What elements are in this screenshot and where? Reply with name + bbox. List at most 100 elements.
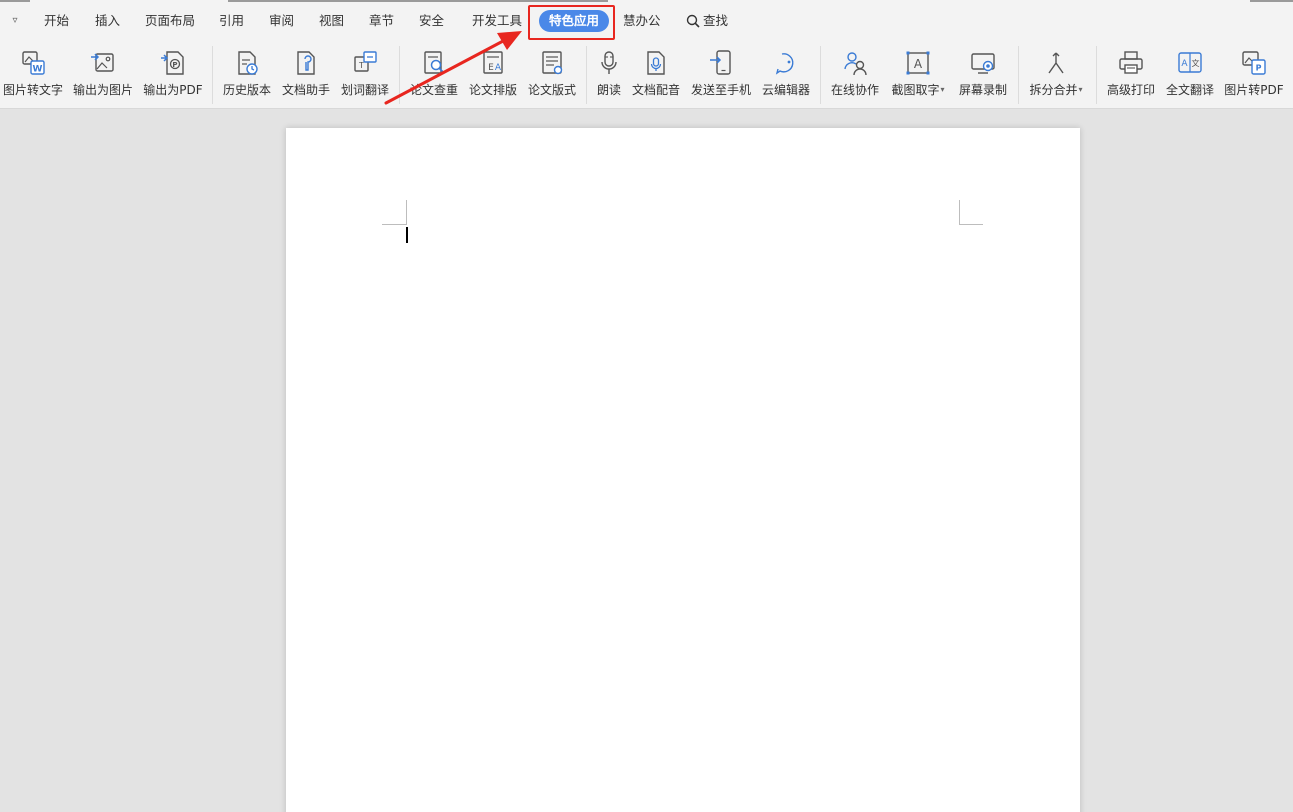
- word-translate-button[interactable]: T 划词翻译: [339, 46, 391, 104]
- doc-assistant-button[interactable]: 文档助手: [280, 46, 332, 104]
- tool-label: 朗读: [596, 83, 621, 97]
- svg-text:文: 文: [1192, 58, 1200, 68]
- toolbar-separator: [399, 46, 400, 104]
- tab-start[interactable]: 开始: [44, 10, 69, 32]
- image-to-text-icon: W: [22, 51, 45, 75]
- collapse-menu-icon[interactable]: ▿: [8, 14, 22, 28]
- margin-corner-top-right: [959, 224, 983, 225]
- tool-label: 论文版式: [527, 83, 576, 97]
- chevron-down-icon: ▾: [940, 85, 945, 94]
- image-to-pdf-button[interactable]: P 图片转PDF: [1223, 46, 1285, 104]
- paper-layout-icon: E A: [483, 51, 503, 74]
- margin-corner-top-right: [959, 200, 960, 225]
- toolbar-separator: [820, 46, 821, 104]
- cloud-editor-button[interactable]: 云编辑器: [760, 46, 812, 104]
- send-to-phone-button[interactable]: 发送至手机: [689, 46, 753, 104]
- paper-check-icon: [424, 51, 445, 74]
- toolbar-separator: [212, 46, 213, 104]
- tab-review[interactable]: 审阅: [269, 10, 294, 32]
- tab-references[interactable]: 引用: [219, 10, 244, 32]
- toolbar-separator: [586, 46, 587, 104]
- advanced-print-icon: [1119, 51, 1143, 74]
- toolbar-separator: [1096, 46, 1097, 104]
- read-aloud-button[interactable]: 朗读: [594, 46, 624, 104]
- paper-check-button[interactable]: 论文查重: [408, 46, 460, 104]
- send-to-phone-icon: [710, 50, 731, 75]
- screen-record-button[interactable]: 屏幕录制: [956, 46, 1010, 104]
- image-to-pdf-icon: P: [1242, 51, 1266, 75]
- svg-text:A: A: [1181, 59, 1188, 69]
- tool-label: 文档配音: [631, 83, 680, 97]
- tool-label: 论文查重: [409, 83, 458, 97]
- margin-corner-top-left: [382, 224, 406, 225]
- search-icon: [686, 14, 700, 28]
- image-to-text-button[interactable]: W 图片转文字: [2, 46, 64, 104]
- menu-bar: ▿ 开始 插入 页面布局 引用 审阅 视图 章节 安全 开发工具 特色应用 慧办…: [0, 0, 1293, 42]
- split-merge-icon: [1048, 52, 1064, 74]
- svg-text:A: A: [495, 63, 502, 73]
- margin-corner-top-left: [406, 200, 407, 225]
- tab-developer[interactable]: 开发工具: [472, 10, 522, 32]
- toolbar-separator: [1018, 46, 1019, 104]
- tool-label: 拆分合并▾: [1029, 83, 1083, 97]
- export-pdf-button[interactable]: P 输出为PDF: [142, 46, 204, 104]
- svg-text:P: P: [1256, 64, 1262, 73]
- tool-label: 划词翻译: [340, 83, 389, 97]
- tool-label: 发送至手机: [690, 83, 751, 97]
- text-cursor: [406, 227, 408, 243]
- document-page[interactable]: [286, 128, 1080, 812]
- doc-voice-icon: [647, 51, 665, 75]
- tool-label: 云编辑器: [761, 83, 810, 97]
- tool-label: 历史版本: [222, 83, 271, 97]
- tab-page-layout[interactable]: 页面布局: [145, 10, 195, 32]
- screenshot-text-button[interactable]: A 截图取字▾: [888, 46, 948, 104]
- online-collab-button[interactable]: 在线协作: [829, 46, 881, 104]
- full-translate-icon: A 文: [1178, 52, 1202, 73]
- tool-label: 截图取字▾: [891, 83, 945, 97]
- history-version-icon: [238, 51, 258, 75]
- svg-text:E: E: [488, 63, 494, 73]
- tab-insert[interactable]: 插入: [95, 10, 120, 32]
- full-translate-button[interactable]: A 文 全文翻译: [1164, 46, 1216, 104]
- doc-assistant-icon: [297, 51, 315, 75]
- export-pdf-icon: P: [161, 51, 184, 75]
- tool-label: 图片转文字: [2, 83, 63, 97]
- tool-label: 输出为图片: [72, 83, 133, 97]
- tool-label: 在线协作: [830, 83, 879, 97]
- tool-label: 屏幕录制: [958, 83, 1007, 97]
- svg-text:A: A: [914, 57, 923, 71]
- paper-layout-button[interactable]: E A 论文排版: [467, 46, 519, 104]
- highlight-box: [528, 5, 615, 40]
- tool-label: 文档助手: [281, 83, 330, 97]
- tab-smart-office[interactable]: 慧办公: [623, 10, 661, 32]
- tool-label: 输出为PDF: [143, 83, 203, 97]
- svg-text:P: P: [172, 61, 177, 69]
- tool-label: 全文翻译: [1165, 83, 1214, 97]
- ribbon-toolbar: W 图片转文字 输出为图片 P 输出为PDF 历史版本 文档助手 T 划词翻译 …: [0, 42, 1293, 109]
- split-merge-button[interactable]: 拆分合并▾: [1026, 46, 1086, 104]
- tool-label: 图片转PDF: [1224, 83, 1284, 97]
- paper-format-icon: [542, 51, 563, 75]
- tab-security[interactable]: 安全: [419, 10, 444, 32]
- doc-voice-button[interactable]: 文档配音: [630, 46, 682, 104]
- cloud-editor-icon: [775, 53, 794, 75]
- tab-chapter[interactable]: 章节: [369, 10, 394, 32]
- tab-search[interactable]: 查找: [686, 10, 728, 32]
- online-collab-icon: [844, 52, 867, 76]
- search-label: 查找: [703, 13, 729, 28]
- paper-format-button[interactable]: 论文版式: [526, 46, 578, 104]
- word-translate-icon: T: [354, 51, 377, 72]
- screen-record-icon: [971, 53, 995, 74]
- tab-view[interactable]: 视图: [319, 10, 344, 32]
- title-strip: [0, 0, 1293, 3]
- tool-label: 高级打印: [1106, 83, 1155, 97]
- history-version-button[interactable]: 历史版本: [221, 46, 273, 104]
- read-aloud-icon: [601, 51, 617, 74]
- export-image-icon: [91, 53, 114, 72]
- svg-text:W: W: [33, 65, 43, 75]
- svg-text:T: T: [358, 61, 364, 70]
- advanced-print-button[interactable]: 高级打印: [1104, 46, 1158, 104]
- export-image-button[interactable]: 输出为图片: [71, 46, 135, 104]
- tool-label: 论文排版: [468, 83, 517, 97]
- chevron-down-icon: ▾: [1078, 85, 1083, 94]
